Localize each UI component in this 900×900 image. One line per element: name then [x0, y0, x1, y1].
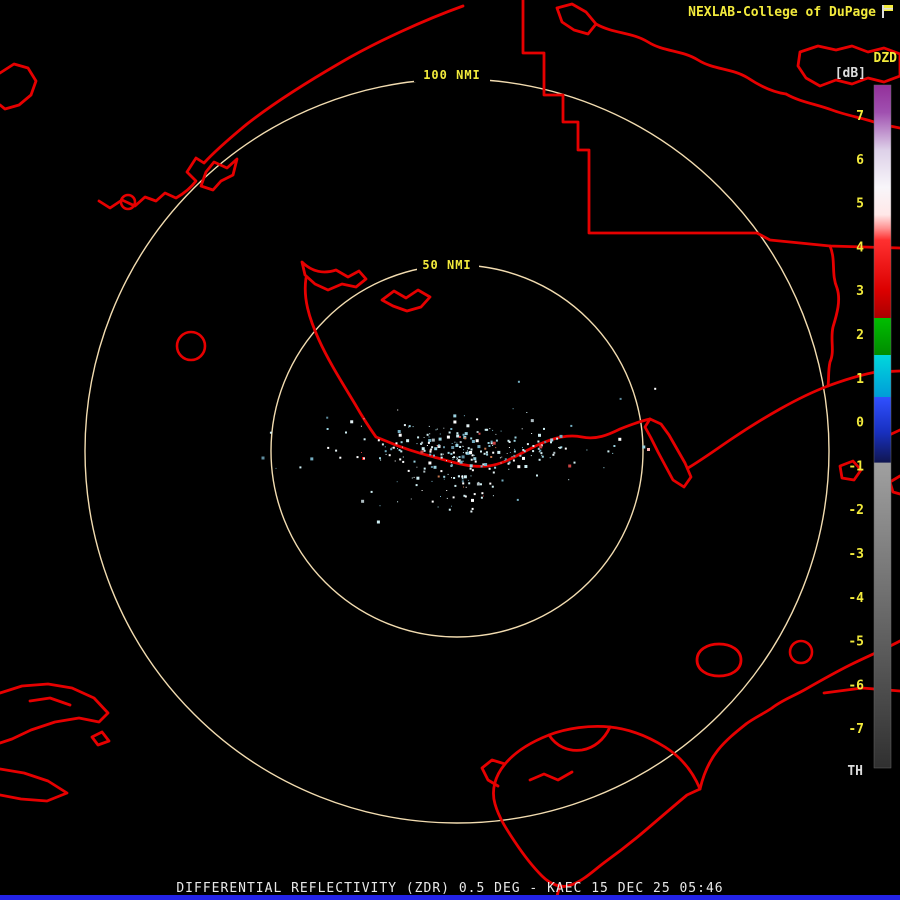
colorbar-tick: 0	[856, 416, 864, 431]
page-title: NEXLAB-College of DuPage	[688, 5, 876, 20]
colorbar-threshold-label: TH	[847, 764, 863, 779]
colorbar-units-label: [dB]	[835, 66, 866, 81]
map-circle-feature	[790, 641, 812, 663]
range-ring-50nmi	[271, 265, 643, 637]
radar-display: 100 NMI 50 NMI DZD [dB] 7 6 5 4 3 2 1 0 -1 -2 -3 -4…	[0, 0, 900, 900]
colorbar-product-label: DZD	[874, 51, 898, 66]
map-boundary-path	[828, 246, 839, 386]
map-boundary-path	[890, 476, 900, 494]
radar-screen: 100 NMI 50 NMI DZD [dB] 7 6 5 4 3 2 1 0 -1 -2 -3 -4…	[0, 0, 900, 900]
map-boundary-path	[557, 4, 596, 34]
nexlab-flag-icon	[880, 4, 895, 19]
colorbar-tick: -1	[848, 459, 864, 474]
colorbar-tick: 2	[856, 328, 864, 343]
colorbar-tick: 5	[856, 197, 864, 212]
map-boundary-path	[530, 772, 572, 780]
map-boundary-path	[0, 769, 67, 801]
colorbar-tick: -4	[848, 591, 864, 606]
colorbar-tick: 6	[856, 153, 864, 168]
range-ring-100nmi	[85, 79, 829, 823]
range-rings	[85, 79, 829, 823]
map-boundary-path	[305, 278, 650, 466]
colorbar-tick: -5	[848, 635, 864, 650]
map-boundary-path	[382, 290, 430, 311]
map-boundary-path	[0, 684, 108, 743]
bottom-blue-bar	[0, 895, 900, 900]
map-boundary-path	[688, 371, 900, 468]
range-ring-labels: 100 NMI 50 NMI	[414, 66, 490, 272]
colorbar-tick: -6	[848, 678, 864, 693]
radar-echoes	[262, 381, 657, 524]
colorbar-tick: 1	[856, 372, 864, 387]
outer-ring-label: 100 NMI	[423, 68, 481, 82]
map-boundary-path	[30, 698, 70, 705]
map-boundary-path	[697, 644, 741, 676]
colorbar-tick: 3	[856, 284, 864, 299]
colorbar: DZD [dB] 7 6 5 4 3 2 1 0 -1 -2 -3 -4 -5 -6 -7 TH	[835, 51, 897, 779]
map-boundary-path	[482, 760, 505, 786]
map-circle-feature	[177, 332, 205, 360]
map-dot	[647, 448, 650, 451]
map-boundary-path	[493, 726, 700, 886]
map-boundary-path	[99, 6, 463, 208]
map-boundary-path	[645, 419, 691, 487]
colorbar-tick: -7	[848, 722, 864, 737]
map-boundary-path	[596, 24, 786, 94]
colorbar-tick: 7	[856, 109, 864, 124]
map-boundary-path	[302, 262, 366, 290]
map-boundary-path	[201, 159, 237, 190]
colorbar-gradient-bar	[874, 85, 891, 768]
product-status-line: DIFFERENTIAL REFLECTIVITY (ZDR) 0.5 DEG …	[0, 881, 900, 896]
map-boundary-path	[523, 0, 900, 248]
map-boundary-path	[92, 732, 109, 745]
colorbar-tick: -2	[848, 503, 864, 518]
map-boundary-path	[0, 64, 36, 109]
map-boundary-path	[700, 724, 746, 789]
map-outlines	[0, 0, 900, 900]
colorbar-tick-labels: 7 6 5 4 3 2 1 0 -1 -2 -3 -4 -5 -6 -7	[848, 109, 864, 737]
colorbar-tick: 4	[856, 240, 864, 255]
inner-ring-label: 50 NMI	[422, 258, 471, 272]
colorbar-tick: -3	[848, 547, 864, 562]
